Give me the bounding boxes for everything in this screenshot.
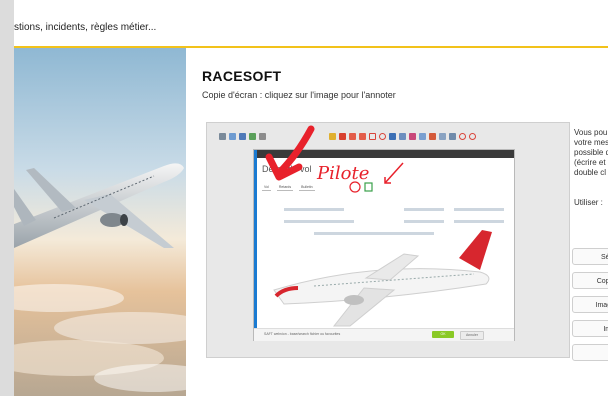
instructions-line: (écrire et — [574, 158, 606, 167]
annotation-mark-icon — [349, 181, 361, 193]
screen-background: stions, incidents, règles métier... RACE… — [0, 0, 608, 396]
annotation-overlay — [265, 125, 404, 193]
instructions-line: possible d — [574, 148, 608, 157]
instructions-line: votre mes — [574, 138, 608, 147]
screenshot-preview[interactable]: Détail du vol Vol Retards Bulletin SAFT … — [206, 122, 570, 358]
copy-button[interactable]: Copie — [572, 272, 608, 289]
main-window: stions, incidents, règles métier... RACE… — [14, 0, 608, 396]
page-title: RACESOFT — [202, 68, 282, 84]
instructions-text: Vous pou votre mes possible d (écrire et… — [574, 128, 608, 178]
airplane-illustration — [14, 48, 186, 396]
annotation-mark-icon — [364, 182, 373, 192]
image-option-button[interactable]: Ima — [572, 320, 608, 337]
annotation-panel: RACESOFT Copie d'écran : cliquez sur l'i… — [202, 48, 608, 396]
page-subtitle: Copie d'écran : cliquez sur l'image pour… — [202, 90, 396, 100]
use-label: Utiliser : — [574, 198, 603, 207]
header-text: stions, incidents, règles métier... — [14, 22, 157, 33]
select-button[interactable]: Séle — [572, 248, 608, 265]
instructions-line: Vous pou — [574, 128, 608, 137]
instructions-line: double cl — [574, 168, 607, 177]
hero-airplane-image — [14, 48, 186, 396]
top-bar: stions, incidents, règles métier... — [14, 10, 608, 48]
extra-button[interactable] — [572, 344, 608, 361]
image-button[interactable]: Image — [572, 296, 608, 313]
